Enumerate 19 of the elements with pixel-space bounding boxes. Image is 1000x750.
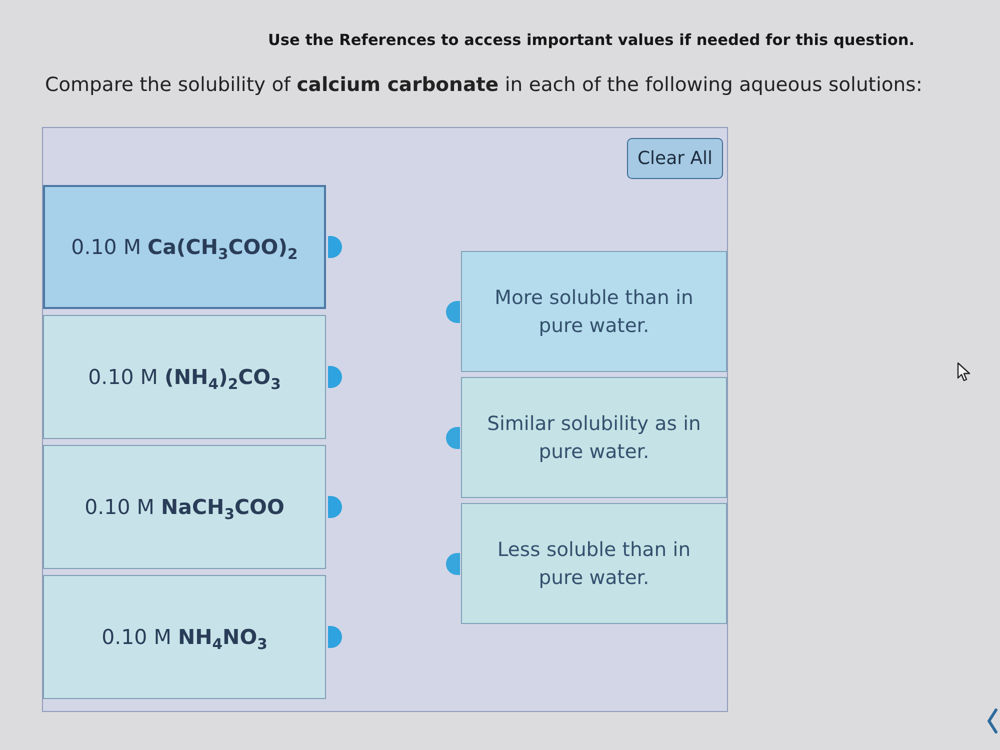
answer-card[interactable]: More soluble than in pure water. xyxy=(461,251,727,372)
answer-label: More soluble than in pure water. xyxy=(494,284,694,338)
answer-label: Less soluble than in pure water. xyxy=(496,536,692,590)
solution-card[interactable]: 0.10 M Ca(CH$_{3}$COO)$_{2}$ xyxy=(43,185,326,309)
solution-card[interactable]: 0.10 M NH$_{4}$NO$_{3}$ xyxy=(43,575,326,699)
answer-label: Similar solubility as in pure water. xyxy=(486,410,702,464)
solution-label: 0.10 M Ca(CH$_{3}$COO)$_{2}$ xyxy=(71,235,298,259)
answer-card[interactable]: Less soluble than in pure water. xyxy=(461,503,727,624)
clear-all-button[interactable]: Clear All xyxy=(627,138,723,179)
answer-card[interactable]: Similar solubility as in pure water. xyxy=(461,377,727,498)
references-notice: Use the References to access important values if needed for this question. xyxy=(268,31,916,49)
solution-label: 0.10 M NH$_{4}$NO$_{3}$ xyxy=(102,625,268,649)
question-text: Compare the solubility of calcium carbonate in each of the following aqueous solutions: xyxy=(45,73,924,96)
solution-label: 0.10 M NaCH$_{3}$COO xyxy=(84,495,284,519)
solution-card[interactable]: 0.10 M (NH$_{4}$)$_{2}$CO$_{3}$ xyxy=(43,315,326,439)
solution-label: 0.10 M (NH$_{4}$)$_{2}$CO$_{3}$ xyxy=(88,365,281,389)
mouse-pointer-icon xyxy=(957,362,971,382)
chevron-left-icon[interactable] xyxy=(986,708,998,734)
solution-card[interactable]: 0.10 M NaCH$_{3}$COO xyxy=(43,445,326,569)
